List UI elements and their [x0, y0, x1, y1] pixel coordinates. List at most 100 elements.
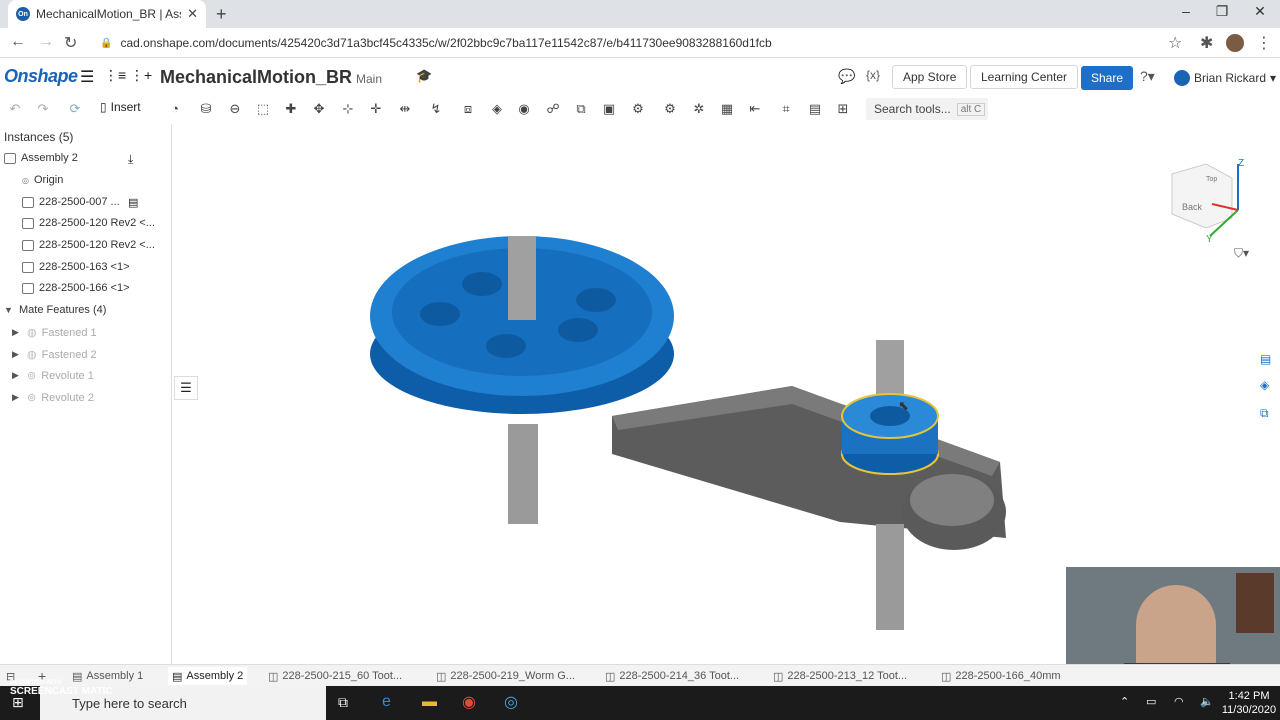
- browser-tab-strip: On MechanicalMotion_BR | Assembl ✕ + – ❐…: [0, 0, 1280, 28]
- measure-icon[interactable]: ⌗: [777, 100, 795, 118]
- mass-properties-icon[interactable]: ⊞: [834, 100, 852, 118]
- restore-icon[interactable]: ❐: [1212, 3, 1232, 20]
- cylinder-icon[interactable]: ⛁: [197, 100, 215, 118]
- list-item[interactable]: 228-2500-120 Rev2 <...: [22, 217, 155, 229]
- screencast-app-icon[interactable]: ◎: [504, 692, 518, 712]
- chevron-right-icon: ▶: [12, 392, 19, 402]
- undo-icon[interactable]: ↶: [6, 100, 24, 118]
- relation-icon[interactable]: ⧉: [572, 100, 590, 118]
- redo-icon[interactable]: ↷: [34, 100, 52, 118]
- chrome-icon[interactable]: ◉: [462, 692, 476, 712]
- linear-pattern-icon[interactable]: ⊖: [226, 100, 244, 118]
- learning-cap-icon[interactable]: 🎓: [416, 68, 432, 84]
- axle-large-upper[interactable]: [508, 236, 536, 320]
- hamburger-menu-icon[interactable]: ☰: [80, 67, 94, 87]
- help-icon[interactable]: ?▾: [1140, 68, 1155, 85]
- view-options-icon[interactable]: ⛉▾: [1234, 246, 1249, 261]
- mate-item[interactable]: ▶ ◍ Fastened 2: [12, 348, 97, 362]
- browser-tab[interactable]: On MechanicalMotion_BR | Assembl ✕: [8, 0, 206, 28]
- volume-icon[interactable]: 🔈: [1200, 695, 1214, 708]
- mate-connector-icon[interactable]: ⬚: [254, 100, 272, 118]
- insert-button[interactable]: ▯ Insert: [100, 100, 141, 114]
- section-view-icon[interactable]: ▤: [806, 100, 824, 118]
- assembly-icon: ▤: [172, 670, 183, 683]
- wifi-icon[interactable]: ◠: [1174, 695, 1184, 708]
- tab-part-studio[interactable]: ◫ 228-2500-214_36 Toot...: [605, 667, 739, 685]
- right-panel-mates-icon[interactable]: ⧉: [1260, 406, 1269, 421]
- tab-part-studio[interactable]: ◫ 228-2500-213_12 Toot...: [773, 667, 907, 685]
- bookmark-star-icon[interactable]: ☆: [1168, 33, 1182, 53]
- battery-icon[interactable]: ▭: [1146, 695, 1156, 708]
- mate-item[interactable]: ▶ ⊚ Revolute 1: [12, 369, 94, 383]
- feature-list-icon[interactable]: ⋮≡: [104, 67, 126, 84]
- forward-icon[interactable]: →: [38, 33, 54, 51]
- minimize-icon[interactable]: –: [1176, 3, 1196, 19]
- pin-slot-mate-icon[interactable]: ↯: [427, 100, 445, 118]
- right-panel-appearance-icon[interactable]: ◈: [1260, 378, 1269, 392]
- cylindrical-mate-icon[interactable]: ⇹: [396, 100, 414, 118]
- tangent-mate-icon[interactable]: ◉: [515, 100, 533, 118]
- tab-part-studio[interactable]: ◫ 228-2500-166_40mm: [941, 667, 1061, 685]
- list-item[interactable]: ◎ Origin: [22, 174, 63, 186]
- view-cube[interactable]: [1171, 163, 1239, 237]
- axle-large-lower[interactable]: [508, 424, 538, 524]
- clock-date: 11/30/2020: [1221, 704, 1277, 716]
- document-name[interactable]: MechanicalMotion_BR: [160, 67, 352, 88]
- profile-avatar[interactable]: [1226, 34, 1244, 52]
- parallel-mate-icon[interactable]: ◈: [488, 100, 506, 118]
- view-cube-back-label[interactable]: Back: [1182, 202, 1202, 212]
- reload-icon[interactable]: ↻: [64, 33, 77, 53]
- view-cube-top-label[interactable]: Top: [1206, 176, 1217, 183]
- explode-icon[interactable]: ▣: [600, 100, 618, 118]
- group-icon[interactable]: ☍: [544, 100, 562, 118]
- slider-mate-icon[interactable]: ⊹: [339, 100, 357, 118]
- instance-list-icon[interactable]: ⋮+: [130, 67, 152, 84]
- url-bar[interactable]: 🔒 cad.onshape.com/documents/425420c3d71a…: [100, 32, 1192, 54]
- close-window-icon[interactable]: ✕: [1250, 3, 1270, 20]
- axle-small-lower[interactable]: [876, 524, 904, 630]
- onshape-logo[interactable]: Onshape: [4, 66, 78, 87]
- rack-pinion-icon[interactable]: ⚙: [661, 100, 679, 118]
- screw-relation-icon[interactable]: ✲: [690, 100, 708, 118]
- gear-relation-icon[interactable]: ⚙: [629, 100, 647, 118]
- linear-relation-icon[interactable]: ▦: [718, 100, 736, 118]
- extensions-icon[interactable]: ✱: [1200, 33, 1213, 53]
- file-explorer-icon[interactable]: ▬: [422, 693, 437, 710]
- search-tools-input[interactable]: Search tools... alt C: [866, 98, 988, 120]
- replicate-icon[interactable]: ◔: [166, 100, 184, 118]
- update-icon[interactable]: ⟳: [66, 100, 84, 118]
- list-item[interactable]: 228-2500-120 Rev2 <...: [22, 239, 155, 251]
- planar-mate-icon[interactable]: ✛: [367, 100, 385, 118]
- tab-assembly-2[interactable]: ▤ Assembly 2: [168, 667, 248, 685]
- share-button[interactable]: Share: [1081, 66, 1133, 90]
- edge-icon[interactable]: e: [382, 693, 391, 711]
- back-icon[interactable]: ←: [10, 33, 26, 51]
- ball-mate-icon[interactable]: ⧈: [459, 100, 477, 118]
- width-mate-icon[interactable]: ⇤: [746, 100, 764, 118]
- taskbar-clock[interactable]: 1:42 PM 11/30/2020: [1220, 689, 1278, 717]
- ground-icon[interactable]: ⤓: [128, 152, 133, 167]
- user-menu[interactable]: Brian Rickard ▾: [1174, 70, 1276, 86]
- tab-part-studio[interactable]: ◫ 228-2500-219_Worm G...: [436, 667, 575, 685]
- comments-icon[interactable]: 💬: [838, 68, 855, 85]
- instance-list-panel: Instances (5) Assembly 2 ⤓ ◎ Origin 228-…: [0, 124, 172, 664]
- app-store-button[interactable]: App Store: [892, 65, 968, 89]
- revolute-mate-icon[interactable]: ✥: [310, 100, 328, 118]
- list-item[interactable]: 228-2500-166 <1>: [22, 282, 130, 294]
- right-panel-list-icon[interactable]: ▤: [1260, 352, 1271, 366]
- new-tab-icon[interactable]: +: [216, 4, 227, 25]
- mate-item[interactable]: ▶ ⊚ Revolute 2: [12, 391, 94, 405]
- tab-part-studio[interactable]: ◫ 228-2500-215_60 Toot...: [268, 667, 402, 685]
- chrome-menu-icon[interactable]: ⋮: [1256, 33, 1272, 53]
- list-item[interactable]: 228-2500-007 ...: [22, 196, 120, 208]
- learning-center-button[interactable]: Learning Center: [970, 65, 1079, 89]
- tray-chevron-icon[interactable]: ⌃: [1120, 695, 1129, 708]
- mate-features-header[interactable]: ▼ Mate Features (4): [4, 304, 106, 316]
- list-item[interactable]: 228-2500-163 <1>: [22, 261, 130, 273]
- assembly-root[interactable]: Assembly 2: [4, 152, 78, 164]
- fastened-mate-icon[interactable]: ✚: [282, 100, 300, 118]
- mate-item[interactable]: ▶ ◍ Fastened 1: [12, 326, 97, 340]
- variables-icon[interactable]: {x}: [866, 68, 880, 82]
- close-tab-icon[interactable]: ✕: [187, 6, 198, 22]
- task-view-icon[interactable]: ⧉: [338, 694, 348, 711]
